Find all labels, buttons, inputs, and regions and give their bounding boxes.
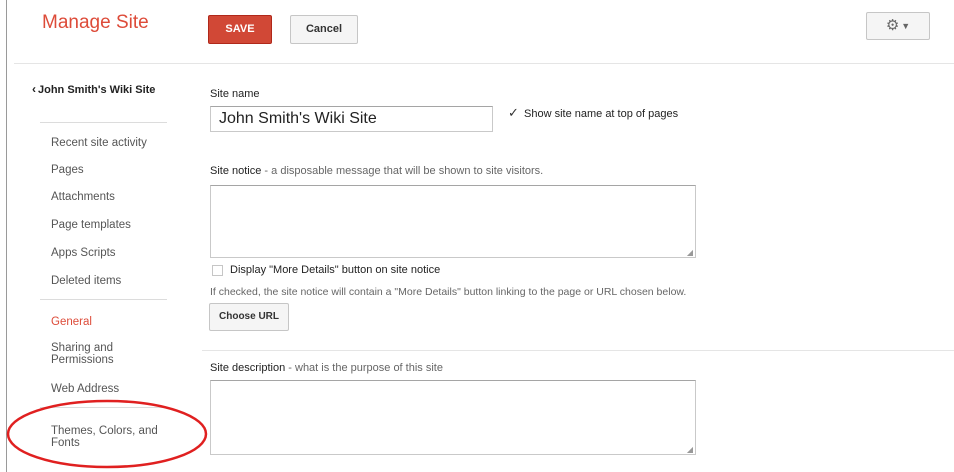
annotation-circle (6, 399, 208, 469)
